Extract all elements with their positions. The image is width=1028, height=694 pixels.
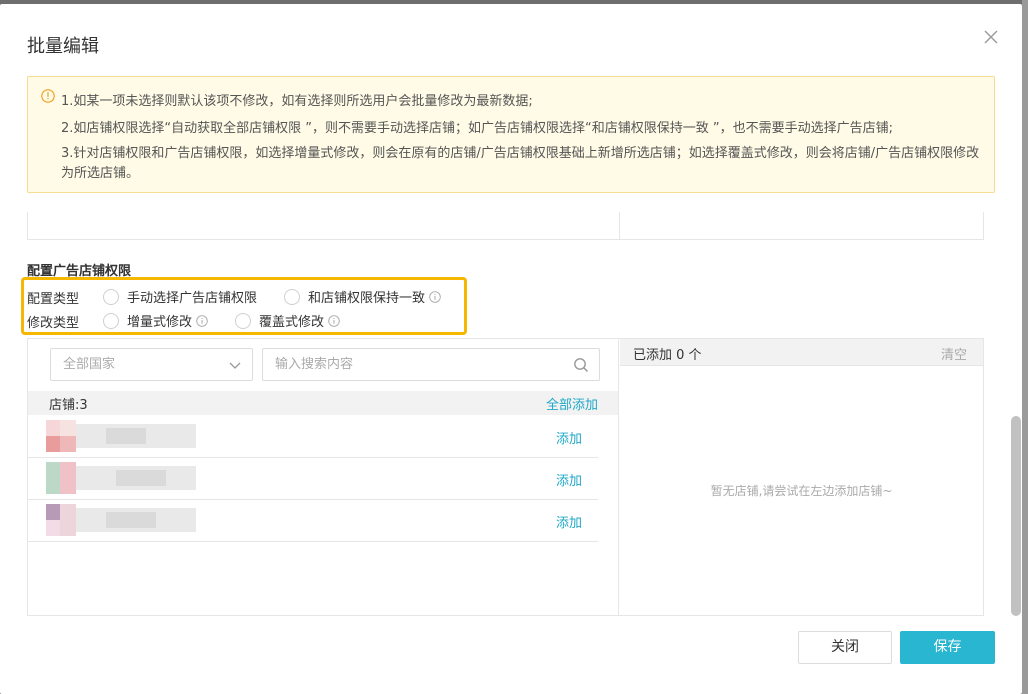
info-icon	[429, 290, 441, 303]
store-row: 添加	[28, 416, 598, 458]
modify-type-label: 修改类型	[27, 316, 80, 331]
radio-circle[interactable]	[103, 312, 119, 329]
info-icon	[328, 314, 340, 327]
notice-box: 1.如某一项未选择则默认该项不修改，如有选择则所选用户会批量修改为最新数据; 2…	[27, 76, 995, 193]
store-count: 店铺:3	[49, 398, 88, 413]
radio-manual-select-label: 手动选择广告店铺权限	[127, 291, 258, 306]
config-type-label: 配置类型	[27, 292, 80, 307]
added-list-header: 已添加 0 个 清空	[620, 339, 983, 366]
notice-line-1: 1.如某一项未选择则默认该项不修改，如有选择则所选用户会批量修改为最新数据;	[61, 94, 533, 109]
store-transfer-panel: 全部国家 店铺:3 全部添加	[27, 338, 984, 616]
country-select[interactable]: 全部国家	[50, 348, 253, 381]
close-button[interactable]: 关闭	[798, 631, 892, 664]
add-store-link[interactable]: 添加	[556, 512, 582, 531]
radio-overwrite-label: 覆盖式修改	[259, 315, 325, 330]
table-divider	[619, 212, 620, 239]
search-input[interactable]	[263, 349, 553, 380]
radio-same-as-store[interactable]: 和店铺权限保持一致	[284, 287, 441, 306]
search-icon[interactable]	[573, 357, 589, 373]
batch-edit-dialog: 批量编辑 1.如某一项未选择则默认该项不修改，如有选择则所选用户会批量修改为最新…	[0, 4, 1022, 694]
store-row: 添加	[28, 500, 598, 542]
radio-circle[interactable]	[103, 288, 119, 305]
store-row: 添加	[28, 458, 598, 500]
store-permission-table-bottom	[27, 212, 984, 240]
notice-line-2: 2.如店铺权限选择“自动获取全部店铺权限 ”，则不需要手动选择店铺；如广告店铺权…	[61, 121, 893, 136]
add-store-link[interactable]: 添加	[556, 428, 582, 447]
blurred-store-name	[46, 462, 196, 494]
radio-circle[interactable]	[235, 312, 251, 329]
country-select-value: 全部国家	[63, 357, 116, 372]
blurred-store-name	[46, 420, 196, 452]
clear-link[interactable]: 清空	[941, 344, 967, 363]
empty-placeholder: 暂无店铺,请尝试在左边添加店铺~	[710, 484, 893, 498]
radio-overwrite[interactable]: 覆盖式修改	[235, 311, 340, 330]
close-icon[interactable]	[982, 28, 1000, 46]
store-search-box[interactable]	[262, 348, 600, 381]
add-store-link[interactable]: 添加	[556, 470, 582, 489]
added-stores-pane: 已添加 0 个 清空 暂无店铺,请尝试在左边添加店铺~	[620, 339, 983, 615]
radio-same-as-store-label: 和店铺权限保持一致	[308, 291, 426, 306]
scrollbar-thumb[interactable]	[1011, 416, 1021, 616]
radio-incremental-label: 增量式修改	[127, 315, 193, 330]
warning-icon	[41, 89, 55, 103]
backdrop-strip	[1022, 0, 1028, 694]
radio-manual-select[interactable]: 手动选择广告店铺权限	[103, 287, 257, 306]
available-stores-pane: 全部国家 店铺:3 全部添加	[28, 339, 619, 615]
chevron-down-icon	[229, 362, 241, 369]
radio-circle[interactable]	[284, 288, 300, 305]
blurred-store-name	[46, 504, 196, 536]
save-button[interactable]: 保存	[900, 631, 995, 664]
notice-line-3: 3.针对店铺权限和广告店铺权限，如选择增量式修改，则会在原有的店铺/广告店铺权限…	[61, 146, 980, 181]
added-count: 已添加 0 个	[633, 348, 702, 363]
info-icon	[196, 314, 208, 327]
add-all-link[interactable]: 全部添加	[546, 394, 598, 413]
dialog-title: 批量编辑	[27, 36, 99, 57]
radio-incremental[interactable]: 增量式修改	[103, 311, 208, 330]
store-list-header: 店铺:3 全部添加	[28, 391, 618, 415]
